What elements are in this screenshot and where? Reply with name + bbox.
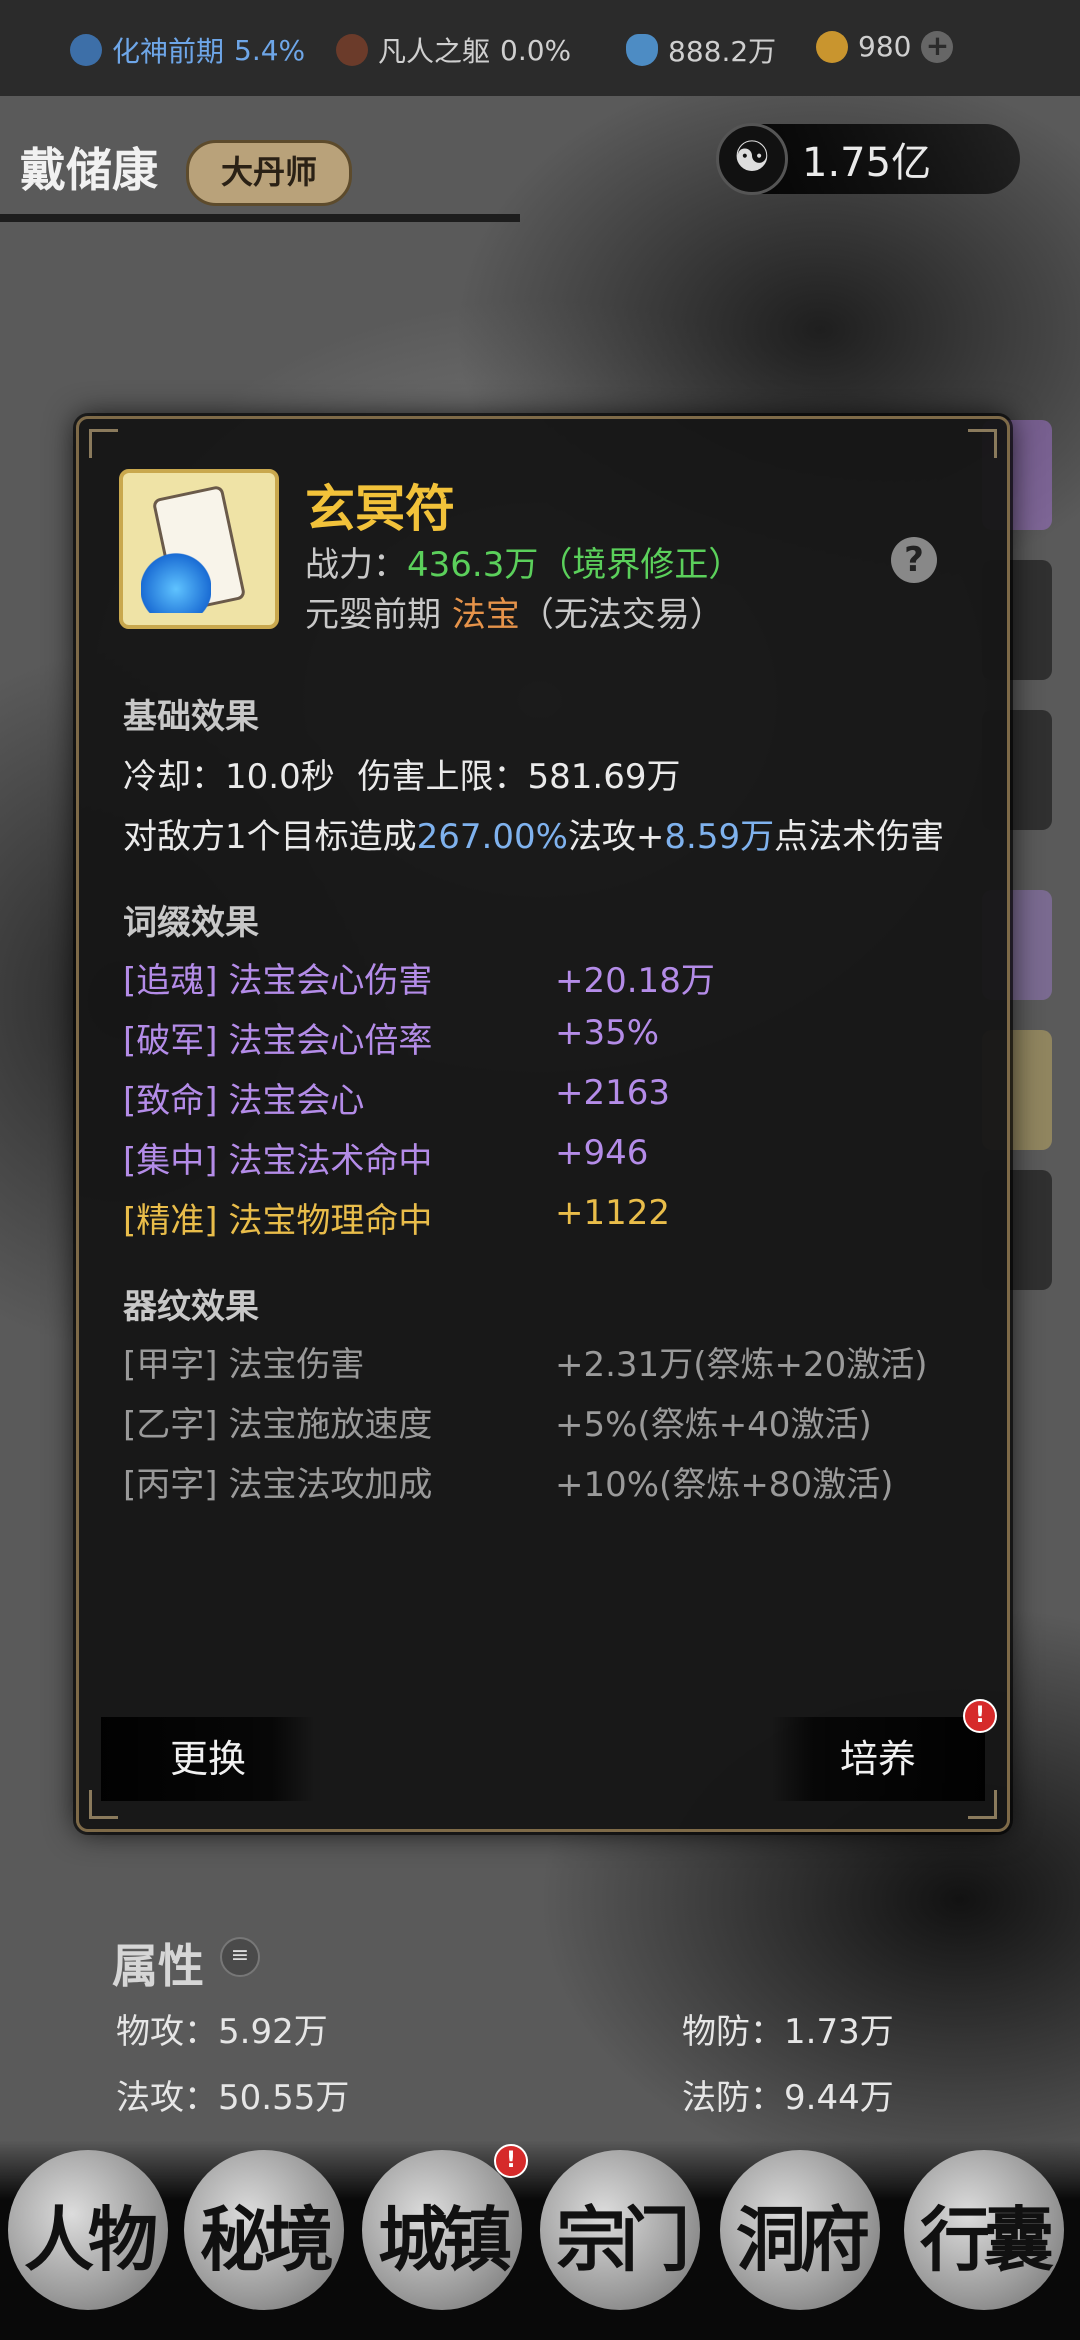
spirit-stone-icon: [626, 34, 658, 66]
pattern-effect-title: 器纹效果: [123, 1287, 259, 1327]
base-effect-title: 基础效果: [123, 697, 259, 737]
mag-def: 法防：9.44万: [682, 2078, 894, 2118]
affix-effect-title: 词缀效果: [123, 903, 259, 943]
nav-town[interactable]: 城镇: [362, 2150, 522, 2310]
taiji-icon: ☯: [716, 123, 788, 195]
add-gold-button[interactable]: +: [921, 30, 954, 63]
currency-value: 1.75亿: [802, 140, 932, 186]
body-icon: [336, 34, 368, 66]
spirit-stone-counter[interactable]: 888.2万: [626, 30, 776, 70]
phys-def: 物防：1.73万: [682, 2012, 894, 2052]
item-meta: 元婴前期 法宝（无法交易）: [305, 595, 724, 635]
frame-corner: [89, 429, 118, 458]
nav-bag[interactable]: 行囊: [904, 2150, 1064, 2310]
body-progress[interactable]: 凡人之躯 0.0%: [336, 30, 571, 70]
blue-flame: [141, 553, 211, 613]
town-alert-icon: !: [494, 2144, 528, 2178]
nav-character[interactable]: 人物: [8, 2150, 168, 2310]
realm-icon: [70, 34, 102, 66]
help-icon[interactable]: ?: [891, 537, 937, 583]
nav-secret-realm[interactable]: 秘境: [184, 2150, 344, 2310]
realm-progress[interactable]: 化神前期 5.4%: [70, 30, 305, 70]
effect-line: 对敌方1个目标造成267.00%法攻+8.59万点法术伤害: [123, 817, 945, 857]
phys-atk: 物攻：5.92万: [116, 2012, 328, 2052]
gold-icon: [816, 30, 848, 63]
header-stripe: [0, 214, 520, 222]
gold-counter[interactable]: 980 +: [816, 30, 954, 63]
talisman-icon: [119, 469, 279, 629]
title-badge[interactable]: 大丹师: [186, 140, 352, 206]
cultivate-button[interactable]: 培养: [771, 1717, 985, 1801]
attributes-title: 属性: [112, 1939, 204, 1993]
cultivate-alert-icon: !: [963, 1699, 997, 1733]
currency-display[interactable]: ☯ 1.75亿: [716, 123, 1020, 195]
nav-sect[interactable]: 宗门: [540, 2150, 700, 2310]
cooldown-line: 冷却：10.0秒 伤害上限：581.69万: [123, 757, 681, 797]
nav-cave-dwelling[interactable]: 洞府: [720, 2150, 880, 2310]
list-icon[interactable]: ≡: [220, 1937, 260, 1977]
replace-button[interactable]: 更换: [101, 1717, 315, 1801]
item-name: 玄冥符: [305, 480, 455, 538]
player-header: 戴储康 大丹师 ☯ 1.75亿: [0, 104, 1080, 224]
mag-atk: 法攻：50.55万: [116, 2078, 350, 2118]
item-power: 战力：436.3万（境界修正）: [305, 545, 743, 585]
player-name: 戴储康: [20, 143, 158, 197]
item-detail-dialog: 玄冥符 战力：436.3万（境界修正） 元婴前期 法宝（无法交易） ? 基础效果…: [76, 416, 1010, 1832]
status-bar: 化神前期 5.4% 凡人之躯 0.0% 888.2万 980 +: [0, 0, 1080, 96]
frame-corner: [968, 429, 997, 458]
